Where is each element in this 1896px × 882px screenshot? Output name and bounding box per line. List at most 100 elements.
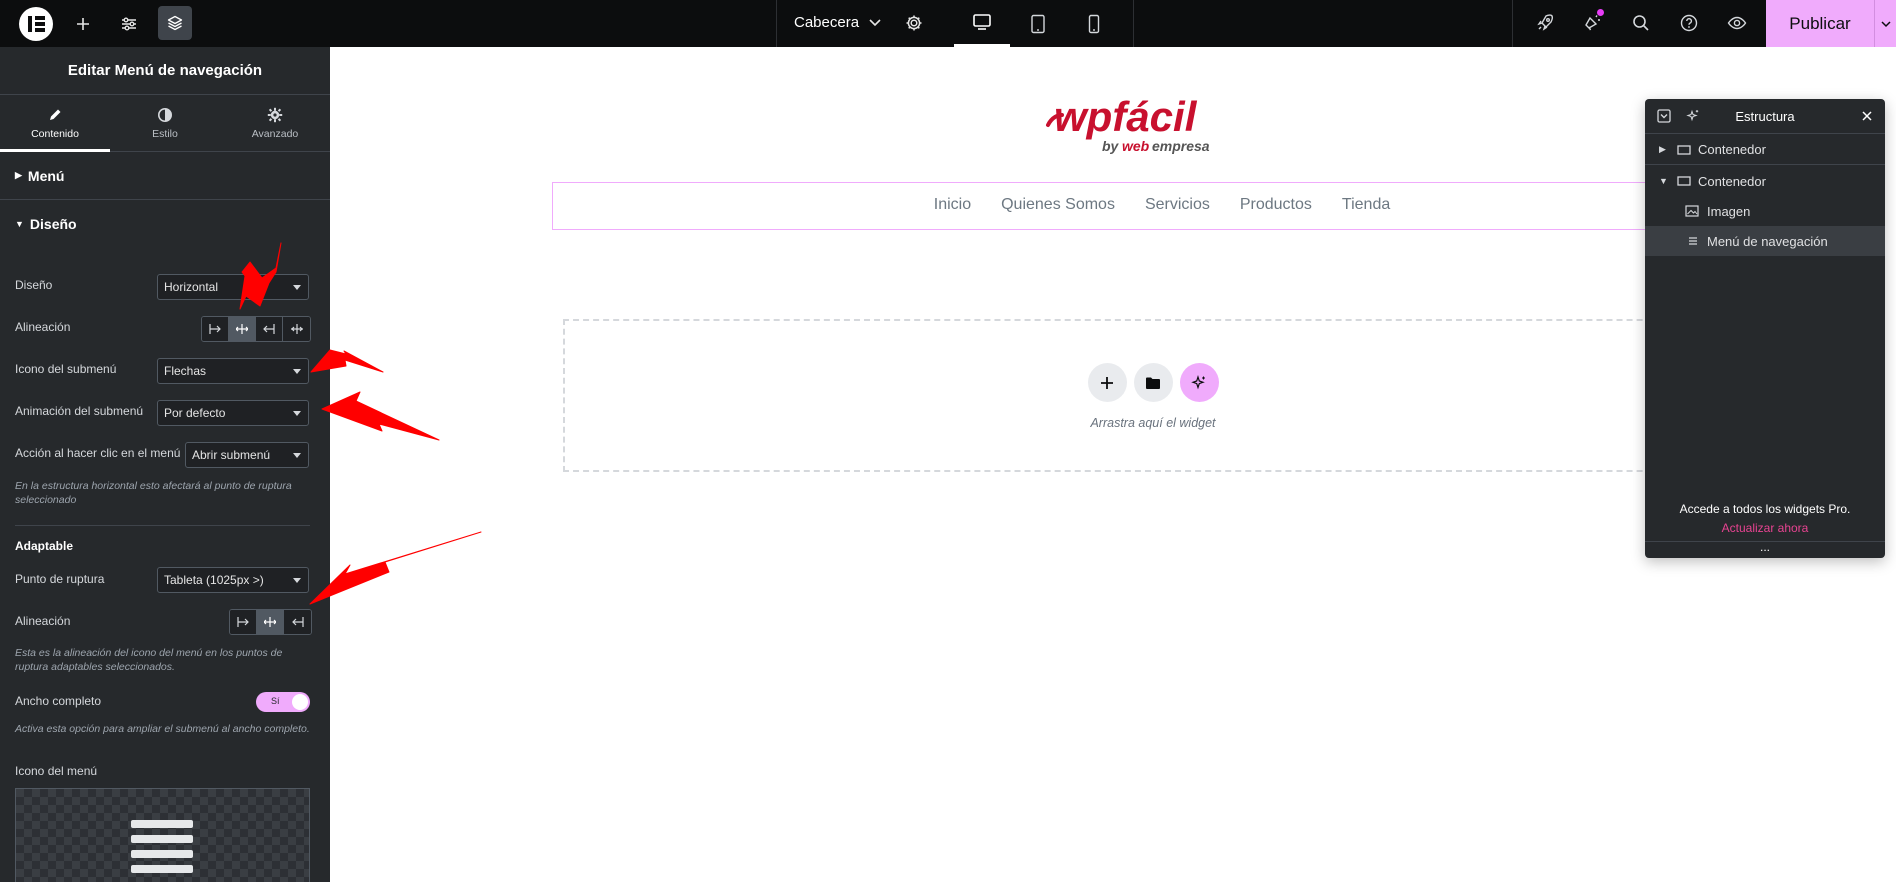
align-center-icon	[236, 324, 248, 334]
full-width-help: Activa esta opción para ampliar el subme…	[15, 723, 310, 735]
tab-advanced[interactable]: Avanzado	[220, 95, 330, 151]
section-design[interactable]: ▼ Diseño	[0, 200, 330, 248]
dropdown-arrow-icon	[293, 453, 301, 458]
menu-lines-icon	[1689, 237, 1697, 245]
document-title[interactable]: Cabecera	[794, 14, 859, 31]
nav-item-inicio[interactable]: Inicio	[919, 196, 986, 214]
ai-generate-button[interactable]	[1179, 363, 1219, 402]
align-start-button[interactable]	[202, 317, 229, 341]
structure-item-container[interactable]: ▶ Contenedor	[1645, 135, 1885, 165]
tab-style-label: Estilo	[152, 127, 178, 140]
full-width-toggle-label: Sí	[271, 696, 280, 706]
align-justify-icon	[290, 324, 303, 334]
desktop-view-button[interactable]	[954, 0, 1010, 47]
dropzone-buttons	[565, 363, 1761, 402]
structure-item-label: Menú de navegación	[1707, 233, 1828, 249]
gear-icon	[267, 107, 283, 122]
gear-icon[interactable]	[904, 13, 924, 33]
click-action-value: Abrir submenú	[192, 448, 271, 462]
structure-item-container[interactable]: ▼ Contenedor	[1645, 166, 1885, 196]
container-icon	[1677, 176, 1691, 186]
hamburger-icon-line	[131, 820, 193, 828]
click-action-help: En la estructura horizontal esto afectar…	[15, 480, 292, 506]
tab-style[interactable]: Estilo	[110, 95, 220, 151]
responsive-align-start-button[interactable]	[230, 610, 257, 634]
divider	[15, 525, 310, 526]
eye-icon[interactable]	[1727, 13, 1747, 33]
nav-menu-widget[interactable]: Inicio Quienes Somos Servicios Productos…	[552, 182, 1772, 230]
breakpoint-select[interactable]: Tableta (1025px >)	[157, 567, 309, 593]
nav-item-productos[interactable]: Productos	[1225, 196, 1327, 214]
responsive-align-center-button[interactable]	[257, 610, 284, 634]
chevron-down-icon[interactable]	[865, 12, 885, 32]
add-template-button[interactable]	[1133, 363, 1173, 402]
align-justify-button[interactable]	[283, 317, 310, 341]
section-menu[interactable]: ▶ Menú	[0, 152, 330, 200]
dropdown-arrow-icon	[293, 411, 301, 416]
structure-button[interactable]	[158, 6, 192, 40]
align-end-icon	[263, 324, 275, 334]
align-end-icon	[291, 617, 304, 627]
publish-button[interactable]: Publicar	[1766, 0, 1874, 47]
submenu-animation-value: Por defecto	[164, 406, 226, 420]
right-tools	[1512, 0, 1766, 47]
align-end-button[interactable]	[256, 317, 283, 341]
plus-icon	[77, 17, 89, 30]
editor-panel: Editar Menú de navegación Contenido Esti…	[0, 47, 330, 882]
mobile-icon	[1088, 14, 1100, 33]
mobile-view-button[interactable]	[1066, 0, 1122, 47]
alignment-choices	[201, 316, 311, 342]
search-icon[interactable]	[1631, 13, 1651, 33]
structure-item-label: Imagen	[1707, 203, 1751, 219]
submenu-icon-select[interactable]: Flechas	[157, 358, 309, 384]
whats-new-icon[interactable]	[1583, 13, 1603, 33]
add-section-button[interactable]	[1087, 363, 1127, 402]
nav-item-quienes-somos[interactable]: Quienes Somos	[986, 196, 1130, 214]
breakpoint-value: Tableta (1025px >)	[164, 573, 264, 587]
align-center-button[interactable]	[229, 317, 256, 341]
dropdown-arrow-icon	[293, 578, 301, 583]
click-action-select[interactable]: Abrir submenú	[185, 442, 309, 468]
responsive-align-end-button[interactable]	[284, 610, 311, 634]
add-element-button[interactable]	[68, 0, 98, 47]
elementor-logo-icon[interactable]	[19, 7, 53, 41]
image-icon	[1685, 205, 1699, 217]
collapse-all-icon[interactable]	[1657, 109, 1671, 123]
desktop-icon	[973, 14, 991, 30]
layers-icon	[167, 15, 183, 31]
caret-down-icon[interactable]: ▼	[1659, 176, 1668, 186]
submenu-icon-value: Flechas	[164, 364, 207, 378]
caret-right-icon[interactable]: ▶	[1659, 144, 1666, 155]
dropzone-text: Arrastra aquí el widget	[1090, 416, 1216, 430]
site-logo[interactable]: wpfácil by web empresa	[1040, 93, 1220, 155]
close-icon[interactable]	[1861, 109, 1873, 123]
align-start-icon	[209, 324, 221, 334]
upgrade-link[interactable]: Actualizar ahora	[1645, 521, 1885, 535]
pencil-icon	[50, 109, 61, 120]
caret-down-icon: ▼	[15, 219, 24, 229]
toggle-knob	[292, 694, 308, 710]
layout-select[interactable]: Horizontal	[157, 274, 309, 300]
structure-item-nav-menu[interactable]: Menú de navegación	[1645, 226, 1885, 256]
logo-sub-web: web	[1122, 138, 1150, 154]
menu-icon-picker[interactable]	[15, 788, 310, 882]
responsive-alignment-choices	[229, 609, 312, 635]
tablet-view-button[interactable]	[1010, 0, 1066, 47]
empty-section-dropzone[interactable]: Arrastra aquí el widget	[563, 319, 1763, 472]
ai-sparkle-icon[interactable]	[1686, 109, 1700, 123]
half-circle-icon	[158, 107, 172, 122]
nav-item-servicios[interactable]: Servicios	[1130, 196, 1225, 214]
full-width-toggle[interactable]: Sí	[256, 692, 310, 712]
more-options[interactable]: ...	[1645, 541, 1885, 558]
nav-item-tienda[interactable]: Tienda	[1327, 196, 1405, 214]
submenu-animation-select[interactable]: Por defecto	[157, 400, 309, 426]
rocket-icon[interactable]	[1535, 13, 1555, 33]
tab-advanced-label: Avanzado	[251, 127, 299, 140]
publish-options-button[interactable]	[1874, 0, 1896, 47]
tab-content[interactable]: Contenido	[0, 95, 110, 152]
help-icon[interactable]	[1679, 13, 1699, 33]
site-settings-button[interactable]	[114, 0, 144, 47]
hamburger-icon-line	[131, 850, 193, 858]
structure-item-image[interactable]: Imagen	[1645, 196, 1885, 226]
logo-sub-empresa: empresa	[1152, 138, 1210, 154]
